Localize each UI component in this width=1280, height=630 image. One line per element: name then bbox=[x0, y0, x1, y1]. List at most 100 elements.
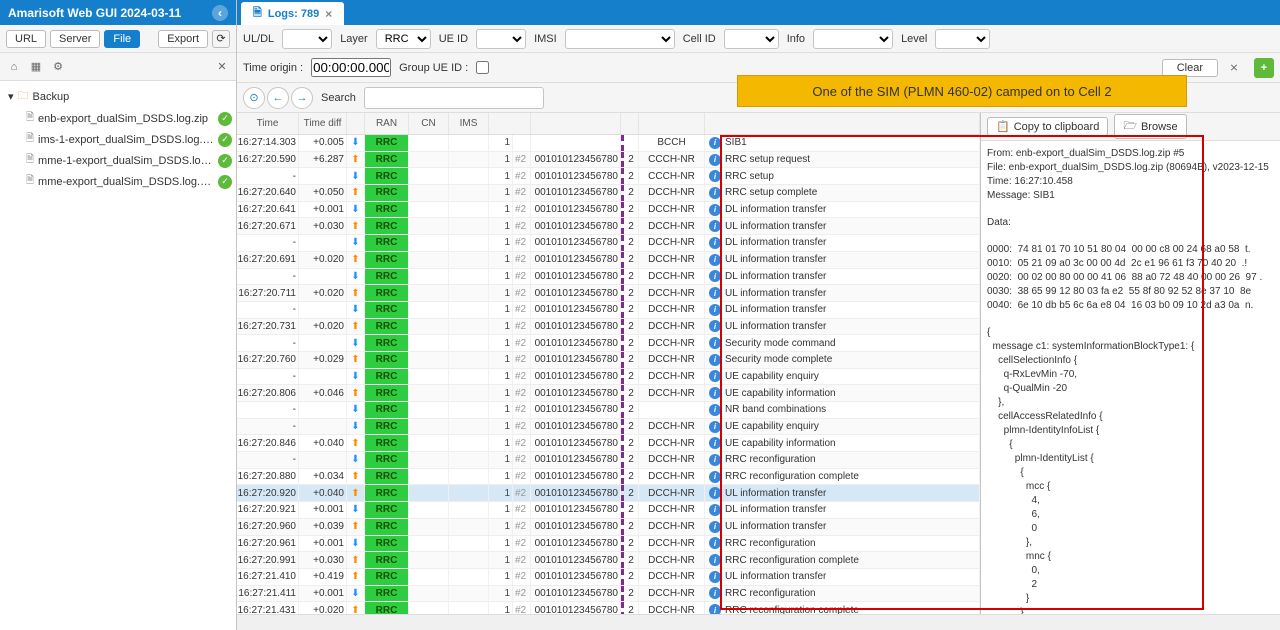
level-select[interactable] bbox=[935, 29, 990, 49]
table-row[interactable]: 16:27:20.960+0.039⬆RRC1#2001010123456780… bbox=[237, 519, 980, 536]
table-row[interactable]: 16:27:21.410+0.419⬆RRC1#2001010123456780… bbox=[237, 569, 980, 586]
uldl-select[interactable] bbox=[282, 29, 332, 49]
add-file-icon[interactable]: ▦ bbox=[28, 59, 44, 75]
col-ims[interactable]: IMS bbox=[449, 113, 489, 134]
table-row[interactable]: 16:27:20.711+0.020⬆RRC1#2001010123456780… bbox=[237, 285, 980, 302]
table-row[interactable]: 16:27:20.961+0.001⬇RRC1#2001010123456780… bbox=[237, 536, 980, 553]
table-row[interactable]: -⬇RRC1#20010101234567802DCCH-NRiUE capab… bbox=[237, 419, 980, 436]
direction-icon: ⬆ bbox=[347, 285, 365, 301]
ueid-select[interactable] bbox=[476, 29, 526, 49]
clear-x-icon[interactable]: ⨯ bbox=[1226, 60, 1242, 76]
tree-file-item[interactable]: 🗎mme-1-export_dualSim_DSDS.log.zip✓ bbox=[0, 150, 236, 171]
collapse-sidebar-icon[interactable]: ‹ bbox=[212, 5, 228, 21]
col-ueid[interactable] bbox=[489, 113, 531, 134]
add-filter-button[interactable]: + bbox=[1254, 58, 1274, 78]
settings-icon[interactable]: ⚙ bbox=[50, 59, 66, 75]
info-select[interactable] bbox=[813, 29, 893, 49]
col-chan[interactable] bbox=[639, 113, 705, 134]
time-origin-input[interactable] bbox=[311, 58, 391, 77]
clear-button[interactable]: Clear bbox=[1162, 59, 1218, 77]
table-row[interactable]: 16:27:20.731+0.020⬆RRC1#2001010123456780… bbox=[237, 319, 980, 336]
info-icon: i bbox=[709, 487, 721, 499]
tab-logs[interactable]: 🗎 Logs: 789 × bbox=[241, 2, 344, 25]
nav-scroll-icon[interactable]: ⊙ bbox=[243, 87, 265, 109]
table-row[interactable]: 16:27:20.691+0.020⬆RRC1#2001010123456780… bbox=[237, 252, 980, 269]
info-icon: i bbox=[709, 187, 721, 199]
direction-icon: ⬆ bbox=[347, 185, 365, 201]
col-dir[interactable] bbox=[347, 113, 365, 134]
col-info[interactable] bbox=[705, 113, 980, 134]
info-icon: i bbox=[709, 471, 721, 483]
direction-icon: ⬇ bbox=[347, 402, 365, 418]
nav-forward-icon[interactable]: → bbox=[291, 87, 313, 109]
info-icon: i bbox=[709, 354, 721, 366]
info-icon: i bbox=[709, 537, 721, 549]
tree-root[interactable]: ▾ 🗀 Backup bbox=[0, 85, 236, 108]
table-row[interactable]: -⬇RRC1#20010101234567802DCCH-NRiDL infor… bbox=[237, 269, 980, 286]
search-input[interactable] bbox=[364, 87, 544, 109]
tree-file-item[interactable]: 🗎ims-1-export_dualSim_DSDS.log.zip✓ bbox=[0, 129, 236, 150]
direction-icon: ⬆ bbox=[347, 469, 365, 485]
table-row[interactable]: -⬇RRC1#20010101234567802DCCH-NRiRRC reco… bbox=[237, 452, 980, 469]
table-row[interactable]: 16:27:20.920+0.040⬆RRC1#2001010123456780… bbox=[237, 485, 980, 502]
table-row[interactable]: 16:27:20.590+6.287⬆RRC1#2001010123456780… bbox=[237, 152, 980, 169]
table-row[interactable]: 16:27:20.880+0.034⬆RRC1#2001010123456780… bbox=[237, 469, 980, 486]
col-cell[interactable] bbox=[621, 113, 639, 134]
col-ran[interactable]: RAN bbox=[365, 113, 409, 134]
direction-icon: ⬆ bbox=[347, 152, 365, 168]
table-row[interactable]: 16:27:21.431+0.020⬆RRC1#2001010123456780… bbox=[237, 602, 980, 614]
nav-back-icon[interactable]: ← bbox=[267, 87, 289, 109]
time-origin-label: Time origin : bbox=[243, 62, 303, 74]
layer-label: Layer bbox=[340, 33, 368, 45]
group-ue-checkbox[interactable] bbox=[476, 61, 489, 74]
tree-file-item[interactable]: 🗎enb-export_dualSim_DSDS.log.zip✓ bbox=[0, 108, 236, 129]
table-row[interactable]: -⬇RRC1#20010101234567802DCCH-NRiDL infor… bbox=[237, 235, 980, 252]
home-icon[interactable]: ⌂ bbox=[6, 59, 22, 75]
close-tab-icon[interactable]: × bbox=[325, 7, 332, 21]
table-row[interactable]: 16:27:20.641+0.001⬇RRC1#2001010123456780… bbox=[237, 202, 980, 219]
annotation-callout: One of the SIM (PLMN 460-02) camped on t… bbox=[737, 75, 1187, 107]
table-row[interactable]: 16:27:20.846+0.040⬆RRC1#2001010123456780… bbox=[237, 435, 980, 452]
table-row[interactable]: 16:27:20.640+0.050⬆RRC1#2001010123456780… bbox=[237, 185, 980, 202]
refresh-icon[interactable]: ⟳ bbox=[212, 30, 230, 48]
col-time[interactable]: Time bbox=[237, 113, 299, 134]
file-button[interactable]: File bbox=[104, 30, 140, 48]
info-icon: i bbox=[709, 320, 721, 332]
browse-button[interactable]: 🗁Browse bbox=[1114, 114, 1186, 139]
info-icon: i bbox=[709, 154, 721, 166]
info-icon: i bbox=[709, 370, 721, 382]
table-row[interactable]: -⬇RRC1#20010101234567802iNR band combina… bbox=[237, 402, 980, 419]
table-row[interactable]: 16:27:20.806+0.046⬆RRC1#2001010123456780… bbox=[237, 385, 980, 402]
table-row[interactable]: 16:27:20.671+0.030⬆RRC1#2001010123456780… bbox=[237, 218, 980, 235]
table-row[interactable]: 16:27:20.991+0.030⬆RRC1#2001010123456780… bbox=[237, 552, 980, 569]
col-cn[interactable]: CN bbox=[409, 113, 449, 134]
tree-root-label: Backup bbox=[33, 91, 232, 103]
close-icon[interactable]: ✕ bbox=[214, 59, 230, 75]
table-row[interactable]: -⬇RRC1#20010101234567802DCCH-NRiUE capab… bbox=[237, 369, 980, 386]
direction-icon: ⬆ bbox=[347, 319, 365, 335]
export-button[interactable]: Export bbox=[158, 30, 208, 48]
layer-select[interactable]: RRC bbox=[376, 29, 431, 49]
direction-icon: ⬇ bbox=[347, 502, 365, 518]
table-row[interactable]: -⬇RRC1#20010101234567802DCCH-NRiDL infor… bbox=[237, 302, 980, 319]
chevron-down-icon: ▾ bbox=[8, 90, 14, 103]
table-row[interactable]: 16:27:21.411+0.001⬇RRC1#2001010123456780… bbox=[237, 586, 980, 603]
copy-clipboard-button[interactable]: 📋Copy to clipboard bbox=[987, 117, 1108, 136]
tree-file-item[interactable]: 🗎mme-export_dualSim_DSDS.log.zip✓ bbox=[0, 171, 236, 192]
folder-icon: 🗀 bbox=[18, 87, 29, 106]
url-button[interactable]: URL bbox=[6, 30, 46, 48]
imsi-select[interactable] bbox=[565, 29, 675, 49]
horizontal-scrollbar[interactable] bbox=[237, 614, 1280, 630]
table-row[interactable]: 16:27:14.303+0.005⬇RRC1BCCHiSIB1 bbox=[237, 135, 980, 152]
info-icon: i bbox=[709, 521, 721, 533]
direction-icon: ⬆ bbox=[347, 552, 365, 568]
table-row[interactable]: -⬇RRC1#20010101234567802CCCH-NRiRRC setu… bbox=[237, 168, 980, 185]
server-button[interactable]: Server bbox=[50, 30, 100, 48]
table-row[interactable]: -⬇RRC1#20010101234567802DCCH-NRiSecurity… bbox=[237, 335, 980, 352]
col-tdiff[interactable]: Time diff bbox=[299, 113, 347, 134]
direction-icon: ⬆ bbox=[347, 218, 365, 234]
cellid-select[interactable] bbox=[724, 29, 779, 49]
col-imsi[interactable] bbox=[531, 113, 621, 134]
table-row[interactable]: 16:27:20.921+0.001⬇RRC1#2001010123456780… bbox=[237, 502, 980, 519]
table-row[interactable]: 16:27:20.760+0.029⬆RRC1#2001010123456780… bbox=[237, 352, 980, 369]
